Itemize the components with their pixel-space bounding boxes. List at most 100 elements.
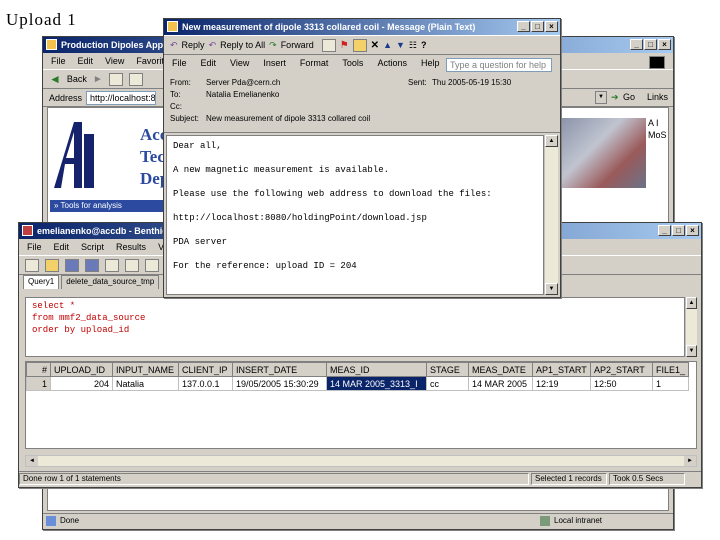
mail-menu-help[interactable]: Help bbox=[421, 58, 440, 68]
right-text-1: A I bbox=[648, 118, 659, 128]
client-ip-cell[interactable]: 137.0.0.1 bbox=[178, 376, 233, 391]
download-link[interactable]: http://localhost:8080/holdingPoint/downl… bbox=[173, 212, 537, 224]
stop-icon[interactable] bbox=[108, 72, 123, 86]
mail-maximize-button[interactable]: □ bbox=[531, 21, 544, 32]
go-arrow-icon[interactable]: ➔ bbox=[611, 92, 619, 103]
input-name-cell[interactable]: Natalia bbox=[112, 376, 179, 391]
menu-edit[interactable]: Edit bbox=[78, 56, 94, 66]
mail-close-button[interactable]: × bbox=[545, 21, 558, 32]
col-insert-date[interactable]: INSERT_DATE bbox=[232, 362, 327, 377]
stage-cell[interactable]: cc bbox=[426, 376, 469, 391]
preview-icon[interactable] bbox=[125, 258, 139, 272]
mail-menu-view[interactable]: View bbox=[230, 58, 249, 68]
reply-all-icon[interactable]: ↶ bbox=[209, 40, 217, 51]
col-client-ip[interactable]: CLIENT_IP bbox=[178, 362, 233, 377]
sql-minimize-button[interactable]: _ bbox=[658, 225, 671, 236]
col-file1[interactable]: FILE1_ bbox=[651, 362, 690, 377]
col-meas-id[interactable]: MEAS_ID bbox=[326, 362, 427, 377]
sql-close-button[interactable]: × bbox=[686, 225, 699, 236]
sql-menu-results[interactable]: Results bbox=[116, 242, 146, 252]
sql-maximize-button[interactable]: □ bbox=[672, 225, 685, 236]
new-file-icon[interactable] bbox=[25, 258, 39, 272]
meas-id-cell[interactable]: 14 MAR 2005_3313_I bbox=[326, 376, 427, 391]
row-number-cell[interactable]: 1 bbox=[26, 376, 51, 391]
query-line-2: from mmf2_data_source bbox=[32, 313, 146, 323]
mail-scroll-up-button[interactable]: ▲ bbox=[545, 135, 558, 147]
upload-id-cell[interactable]: 204 bbox=[50, 376, 113, 391]
minimize-button[interactable]: _ bbox=[630, 39, 643, 50]
back-arrow-icon[interactable]: ◄ bbox=[49, 72, 61, 86]
col-stage[interactable]: STAGE bbox=[426, 362, 469, 377]
save-icon[interactable] bbox=[65, 258, 79, 272]
address-book-icon[interactable]: ☷ bbox=[409, 40, 417, 51]
sql-menu-edit[interactable]: Edit bbox=[54, 242, 70, 252]
help-search-input[interactable]: Type a question for help bbox=[446, 58, 552, 72]
mail-minimize-button[interactable]: _ bbox=[517, 21, 530, 32]
back-button[interactable]: Back bbox=[67, 74, 87, 84]
scroll-down-button[interactable]: ▼ bbox=[686, 345, 697, 357]
col-row-number[interactable]: # bbox=[26, 362, 51, 377]
mail-menu-actions[interactable]: Actions bbox=[377, 58, 407, 68]
col-input-name[interactable]: INPUT_NAME bbox=[112, 362, 179, 377]
save-all-icon[interactable] bbox=[85, 258, 99, 272]
mail-menu-edit[interactable]: Edit bbox=[201, 58, 217, 68]
query-editor[interactable]: select * from mmf2_data_source order by … bbox=[25, 297, 685, 357]
sql-elapsed-time: Took 0.5 Secs bbox=[609, 472, 685, 485]
meas-date-cell[interactable]: 14 MAR 2005 bbox=[468, 376, 533, 391]
tab-query1[interactable]: Query1 bbox=[23, 275, 60, 289]
forward-icon[interactable]: ↷ bbox=[269, 40, 277, 51]
tools-link[interactable]: Tools for analysis bbox=[61, 201, 122, 210]
print-options-icon[interactable] bbox=[145, 258, 159, 272]
scroll-up-button[interactable]: ▲ bbox=[686, 297, 697, 309]
print-icon[interactable] bbox=[105, 258, 119, 272]
body-greeting: Dear all, bbox=[173, 141, 222, 151]
col-upload-id[interactable]: UPLOAD_ID bbox=[50, 362, 113, 377]
refresh-icon[interactable] bbox=[128, 72, 143, 86]
move-folder-icon[interactable] bbox=[352, 38, 367, 52]
query-scrollbar[interactable]: ▲ ▼ bbox=[685, 297, 697, 357]
sql-menu-file[interactable]: File bbox=[27, 242, 42, 252]
maximize-button[interactable]: □ bbox=[644, 39, 657, 50]
reply-all-button[interactable]: Reply to All bbox=[220, 40, 265, 50]
col-ap1-start[interactable]: AP1_START bbox=[532, 362, 591, 377]
previous-item-icon[interactable]: ▲ bbox=[383, 40, 392, 50]
forward-button[interactable]: Forward bbox=[281, 40, 314, 50]
mail-body-scrollbar[interactable]: ▲ ▼ bbox=[544, 135, 558, 295]
links-button[interactable]: Links bbox=[647, 92, 668, 102]
mail-menu-tools[interactable]: Tools bbox=[342, 58, 363, 68]
print-icon[interactable] bbox=[321, 38, 336, 52]
reply-button[interactable]: Reply bbox=[182, 40, 205, 50]
mail-menu-file[interactable]: File bbox=[172, 58, 187, 68]
delete-icon[interactable]: ✕ bbox=[371, 40, 379, 51]
sql-title: emelianenko@accdb - Benthic bbox=[37, 226, 168, 236]
menu-file[interactable]: File bbox=[51, 56, 66, 66]
query-line-1: select * bbox=[32, 301, 76, 311]
scroll-left-button[interactable]: ◄ bbox=[26, 456, 38, 466]
results-h-scrollbar[interactable]: ◄ ► bbox=[25, 455, 697, 467]
scroll-right-button[interactable]: ► bbox=[684, 456, 696, 466]
mail-body[interactable]: Dear all, A new magnetic measurement is … bbox=[166, 135, 544, 295]
flag-icon[interactable]: ⚑ bbox=[340, 40, 349, 51]
menu-view[interactable]: View bbox=[105, 56, 124, 66]
table-row[interactable]: 1 204 Natalia 137.0.0.1 19/05/2005 15:30… bbox=[26, 376, 690, 391]
close-button[interactable]: × bbox=[658, 39, 671, 50]
address-dropdown[interactable]: ▼ bbox=[595, 91, 607, 104]
ap1-start-cell[interactable]: 12:19 bbox=[532, 376, 591, 391]
file1-cell[interactable]: 1 bbox=[651, 376, 690, 391]
ap2-start-cell[interactable]: 12:50 bbox=[590, 376, 653, 391]
address-input[interactable]: http://localhost:8080/ bbox=[86, 90, 157, 105]
help-icon[interactable]: ? bbox=[421, 40, 427, 50]
next-item-icon[interactable]: ▼ bbox=[396, 40, 405, 50]
col-ap2-start[interactable]: AP2_START bbox=[590, 362, 653, 377]
insert-date-cell[interactable]: 19/05/2005 15:30:29 bbox=[232, 376, 327, 391]
go-button[interactable]: Go bbox=[623, 92, 635, 102]
forward-arrow-icon[interactable]: ► bbox=[93, 74, 103, 85]
mail-menu-insert[interactable]: Insert bbox=[263, 58, 286, 68]
tab-delete-data-source[interactable]: delete_data_source_tmp bbox=[61, 275, 160, 289]
mail-menu-format[interactable]: Format bbox=[300, 58, 329, 68]
mail-scroll-down-button[interactable]: ▼ bbox=[545, 283, 558, 295]
sql-menu-script[interactable]: Script bbox=[81, 242, 104, 252]
open-file-icon[interactable] bbox=[45, 258, 59, 272]
reply-icon[interactable]: ↶ bbox=[170, 40, 178, 51]
col-meas-date[interactable]: MEAS_DATE bbox=[468, 362, 533, 377]
